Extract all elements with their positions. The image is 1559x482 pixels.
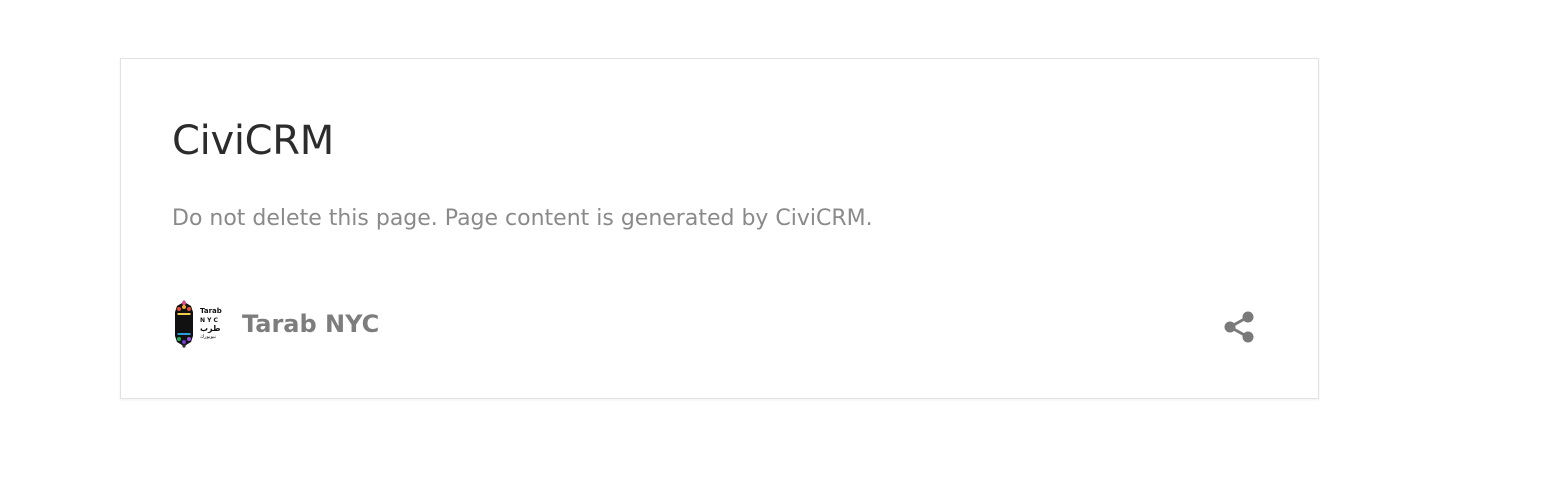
page-title: CiviCRM <box>172 118 334 164</box>
logo-text-tarab: Tarab <box>200 307 222 315</box>
logo-text-nyc: N Y C <box>200 317 219 324</box>
tarab-nyc-logo[interactable]: Tarab N Y C طرب نيويورك <box>172 298 222 350</box>
logo-text-arabic: طرب <box>200 324 221 333</box>
page-card: CiviCRM Do not delete this page. Page co… <box>120 58 1319 399</box>
card-footer: Tarab N Y C طرب نيويورك Tarab NYC <box>172 297 379 351</box>
site-name-link[interactable]: Tarab NYC <box>242 309 379 339</box>
page-body-text: Do not delete this page. Page content is… <box>172 206 873 231</box>
logo-text-arabic-nyc: نيويورك <box>200 334 216 340</box>
share-button[interactable] <box>1220 308 1258 346</box>
share-icon <box>1224 311 1254 343</box>
